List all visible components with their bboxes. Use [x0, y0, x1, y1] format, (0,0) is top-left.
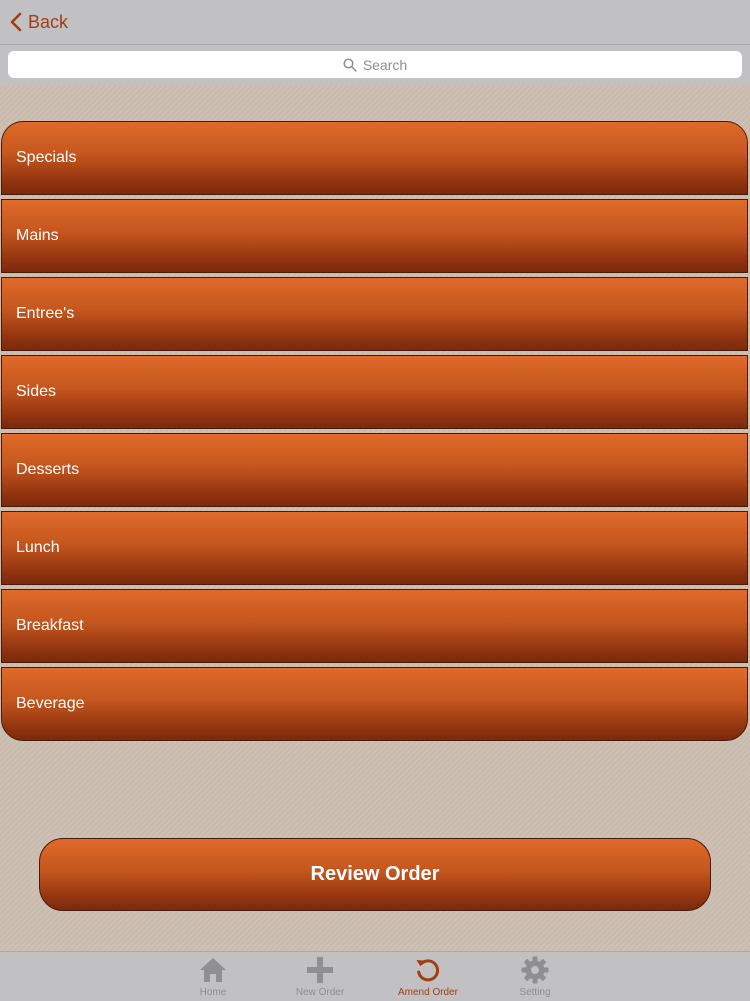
- search-icon: [343, 57, 357, 72]
- back-button[interactable]: Back: [10, 8, 68, 36]
- category-label: Sides: [16, 383, 57, 400]
- category-beverage[interactable]: Beverage: [1, 667, 748, 741]
- tab-amend-order[interactable]: Amend Order: [383, 954, 473, 1000]
- tab-bar: Home New Order Amend Order Setting: [0, 951, 750, 1001]
- tab-setting[interactable]: Setting: [490, 954, 580, 1000]
- review-order-label: Review Order: [310, 863, 440, 885]
- category-mains[interactable]: Mains: [1, 199, 748, 273]
- category-desserts[interactable]: Desserts: [1, 433, 748, 507]
- back-label: Back: [28, 11, 69, 32]
- category-label: Breakfast: [16, 617, 84, 634]
- home-icon: [198, 954, 228, 986]
- review-order-button[interactable]: Review Order: [39, 838, 711, 911]
- category-specials[interactable]: Specials: [1, 121, 748, 195]
- plus-icon: [305, 954, 335, 986]
- tab-label: Amend Order: [397, 987, 459, 998]
- search-bar: Search: [0, 45, 750, 85]
- category-label: Entree's: [16, 305, 75, 322]
- refresh-icon: [413, 954, 443, 986]
- category-label: Lunch: [16, 539, 60, 556]
- category-list: Specials Mains Entree's Sides Desserts L…: [1, 121, 748, 741]
- chevron-left-icon: [10, 12, 22, 32]
- search-input[interactable]: Search: [8, 51, 742, 78]
- gear-icon: [520, 954, 550, 986]
- category-label: Desserts: [16, 461, 80, 478]
- category-breakfast[interactable]: Breakfast: [1, 589, 748, 663]
- navigation-bar: Back: [0, 0, 750, 45]
- category-lunch[interactable]: Lunch: [1, 511, 748, 585]
- tab-label: New Order: [295, 987, 345, 998]
- category-entrees[interactable]: Entree's: [1, 277, 748, 351]
- category-label: Mains: [16, 227, 59, 244]
- tab-new-order[interactable]: New Order: [275, 954, 365, 1000]
- search-placeholder: Search: [362, 56, 408, 73]
- tab-home[interactable]: Home: [168, 954, 258, 1000]
- category-label: Specials: [16, 149, 77, 166]
- tab-label: Setting: [519, 987, 551, 998]
- tab-label: Home: [199, 987, 227, 998]
- category-sides[interactable]: Sides: [1, 355, 748, 429]
- category-label: Beverage: [16, 695, 85, 712]
